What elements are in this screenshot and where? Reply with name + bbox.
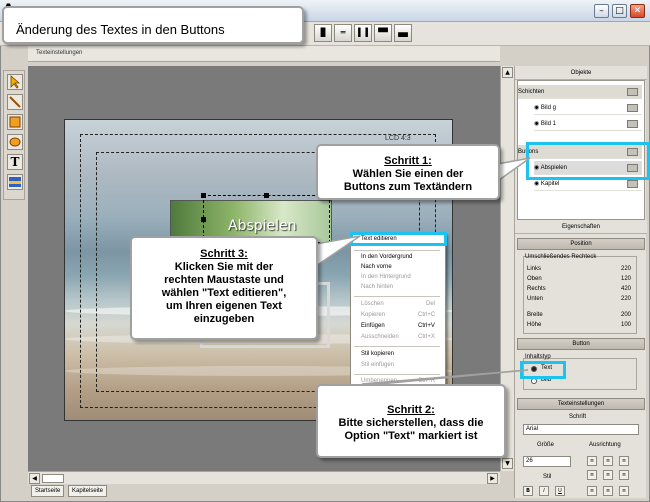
pointer-step3 — [315, 235, 361, 268]
step3-colon: : — [244, 248, 248, 260]
callout-step1: Schritt 1: Wählen Sie einen der Buttons … — [316, 144, 500, 200]
pointer-step2 — [361, 369, 529, 385]
step3-line1: Klicken Sie mit der — [174, 261, 274, 273]
callout-step2: Schritt 2: Bitte sicherstellen, dass die… — [316, 384, 506, 458]
step1-line1: Wählen Sie einen der — [352, 168, 464, 180]
step2-colon: : — [431, 404, 435, 416]
step3-line2: rechten Maustaste und — [164, 274, 284, 286]
step2-heading: Schritt 2 — [387, 404, 432, 416]
step3-line4: um Ihren eigenen Text — [166, 300, 282, 312]
step3-heading: Schritt 3 — [200, 248, 245, 260]
step2-line2: Option "Text" markiert ist — [344, 430, 478, 442]
step1-heading: Schritt 1 — [384, 155, 429, 167]
step3-line3: wählen "Text editieren", — [161, 287, 287, 299]
callout-step3: Schritt 3: Klicken Sie mit der rechten M… — [130, 236, 318, 340]
step1-line2: Buttons zum Textändern — [343, 181, 473, 193]
step3-line5: einzugeben — [193, 313, 255, 325]
step2-line1: Bitte sicherstellen, dass die — [338, 417, 484, 429]
step1-colon: : — [428, 155, 432, 167]
